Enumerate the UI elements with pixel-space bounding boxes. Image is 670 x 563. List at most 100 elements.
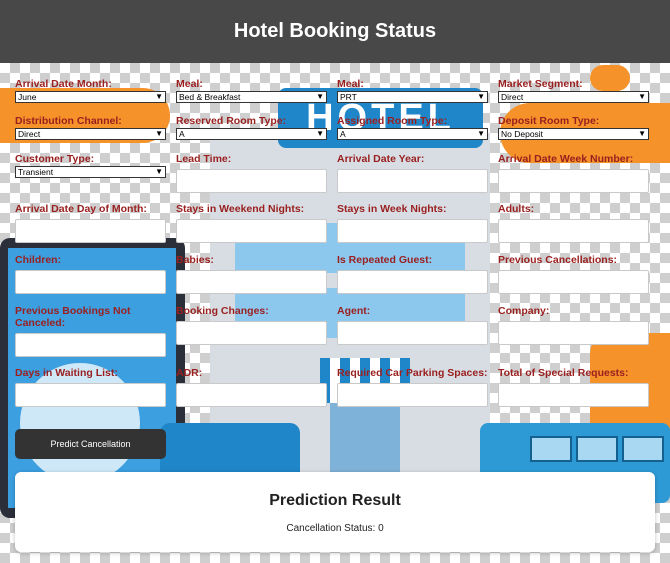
assigned-room-type-select[interactable]: A ▼ [337, 128, 488, 140]
field-meal-2: Meal: PRT ▼ [337, 78, 488, 103]
prediction-result-title: Prediction Result [269, 492, 401, 509]
deposit-room-type-value: No Deposit [501, 129, 544, 139]
distribution-channel-select[interactable]: Direct ▼ [15, 128, 166, 140]
previous-bookings-not-canceled-input[interactable] [15, 333, 166, 357]
train-window-2 [576, 436, 618, 462]
is-repeated-guest-label: Is Repeated Guest: [337, 254, 433, 266]
stays-in-week-nights-input[interactable] [337, 219, 488, 243]
chevron-down-icon: ▼ [638, 92, 646, 101]
deposit-room-type-select[interactable]: No Deposit ▼ [498, 128, 649, 140]
children-input[interactable] [15, 270, 166, 294]
arrival-date-month-select[interactable]: June ▼ [15, 91, 166, 103]
reserved-room-type-value: A [179, 129, 185, 139]
meal-1-value: Bed & Breakfast [179, 92, 241, 102]
chevron-down-icon: ▼ [638, 129, 646, 138]
field-reserved-room-type: Reserved Room Type: A ▼ [176, 115, 327, 140]
field-previous-bookings-not-canceled: Previous Bookings Not Canceled: [15, 305, 166, 357]
market-segment-label: Market Segment: [498, 78, 583, 90]
is-repeated-guest-input[interactable] [337, 270, 488, 294]
chevron-down-icon: ▼ [155, 129, 163, 138]
babies-input[interactable] [176, 270, 327, 294]
chevron-down-icon: ▼ [155, 92, 163, 101]
field-assigned-room-type: Assigned Room Type: A ▼ [337, 115, 488, 140]
field-company: Company: [498, 305, 649, 345]
booking-changes-input[interactable] [176, 321, 327, 345]
arrival-date-year-input[interactable] [337, 169, 488, 193]
meal-2-select[interactable]: PRT ▼ [337, 91, 488, 103]
market-segment-value: Direct [501, 92, 524, 102]
field-booking-changes: Booking Changes: [176, 305, 327, 345]
stays-in-weekend-nights-label: Stays in Weekend Nights: [176, 203, 305, 215]
field-arrival-date-day-of-month: Arrival Date Day of Month: [15, 203, 166, 243]
chevron-down-icon: ▼ [316, 92, 324, 101]
train-window-3 [622, 436, 664, 462]
days-in-waiting-list-label: Days in Waiting List: [15, 367, 118, 379]
meal-2-value: PRT [340, 92, 357, 102]
arrival-date-week-number-input[interactable] [498, 169, 649, 193]
agent-input[interactable] [337, 321, 488, 345]
train-window-1 [530, 436, 572, 462]
field-babies: Babies: [176, 254, 327, 294]
predict-cancellation-button[interactable]: Predict Cancellation [15, 429, 166, 459]
field-adr: ADR: [176, 367, 327, 407]
lead-time-input[interactable] [176, 169, 327, 193]
field-meal-1: Meal: Bed & Breakfast ▼ [176, 78, 327, 103]
adr-label: ADR: [176, 367, 203, 379]
reserved-room-type-label: Reserved Room Type: [176, 115, 287, 127]
adults-input[interactable] [498, 219, 649, 243]
field-arrival-date-year: Arrival Date Year: [337, 153, 488, 193]
field-adults: Adults: [498, 203, 649, 243]
required-car-parking-spaces-input[interactable] [337, 383, 488, 407]
distribution-channel-value: Direct [18, 129, 41, 139]
field-agent: Agent: [337, 305, 488, 345]
meal-1-select[interactable]: Bed & Breakfast ▼ [176, 91, 327, 103]
chevron-down-icon: ▼ [316, 129, 324, 138]
adults-label: Adults: [498, 203, 535, 215]
field-deposit-room-type: Deposit Room Type: No Deposit ▼ [498, 115, 649, 140]
total-of-special-requests-input[interactable] [498, 383, 649, 407]
arrival-date-year-label: Arrival Date Year: [337, 153, 425, 165]
deposit-room-type-label: Deposit Room Type: [498, 115, 600, 127]
company-input[interactable] [498, 321, 649, 345]
market-segment-select[interactable]: Direct ▼ [498, 91, 649, 103]
company-label: Company: [498, 305, 550, 317]
reserved-room-type-select[interactable]: A ▼ [176, 128, 327, 140]
arrival-date-day-of-month-input[interactable] [15, 219, 166, 243]
field-stays-in-week-nights: Stays in Week Nights: [337, 203, 488, 243]
field-previous-cancellations: Previous Cancellations: [498, 254, 649, 294]
field-is-repeated-guest: Is Repeated Guest: [337, 254, 488, 294]
field-arrival-date-month: Arrival Date Month: June ▼ [15, 78, 166, 103]
previous-cancellations-input[interactable] [498, 270, 649, 294]
meal-2-label: Meal: [337, 78, 364, 90]
customer-type-label: Customer Type: [15, 153, 95, 165]
total-of-special-requests-label: Total of Special Requests: [498, 367, 629, 379]
children-label: Children: [15, 254, 62, 266]
agent-label: Agent: [337, 305, 371, 317]
babies-label: Babies: [176, 254, 214, 266]
field-distribution-channel: Distribution Channel: Direct ▼ [15, 115, 166, 140]
field-arrival-date-week-number: Arrival Date Week Number: [498, 153, 649, 193]
chevron-down-icon: ▼ [477, 92, 485, 101]
stays-in-weekend-nights-input[interactable] [176, 219, 327, 243]
field-lead-time: Lead Time: [176, 153, 327, 193]
meal-1-label: Meal: [176, 78, 203, 90]
days-in-waiting-list-input[interactable] [15, 383, 166, 407]
required-car-parking-spaces-label: Required Car Parking Spaces: [337, 367, 488, 379]
arrival-date-day-of-month-label: Arrival Date Day of Month: [15, 203, 147, 215]
chevron-down-icon: ▼ [155, 167, 163, 176]
app-header: Hotel Booking Status [0, 0, 670, 63]
distribution-channel-label: Distribution Channel: [15, 115, 122, 127]
assigned-room-type-label: Assigned Room Type: [337, 115, 448, 127]
adr-input[interactable] [176, 383, 327, 407]
chevron-down-icon: ▼ [477, 129, 485, 138]
field-market-segment: Market Segment: Direct ▼ [498, 78, 649, 103]
stays-in-week-nights-label: Stays in Week Nights: [337, 203, 447, 215]
customer-type-select[interactable]: Transient ▼ [15, 166, 166, 178]
previous-bookings-not-canceled-label: Previous Bookings Not Canceled: [15, 305, 131, 329]
previous-cancellations-label: Previous Cancellations: [498, 254, 618, 266]
field-customer-type: Customer Type: Transient ▼ [15, 153, 166, 178]
field-required-car-parking-spaces: Required Car Parking Spaces: [337, 367, 488, 407]
arrival-date-week-number-label: Arrival Date Week Number: [498, 153, 634, 165]
lead-time-label: Lead Time: [176, 153, 232, 165]
field-days-in-waiting-list: Days in Waiting List: [15, 367, 166, 407]
